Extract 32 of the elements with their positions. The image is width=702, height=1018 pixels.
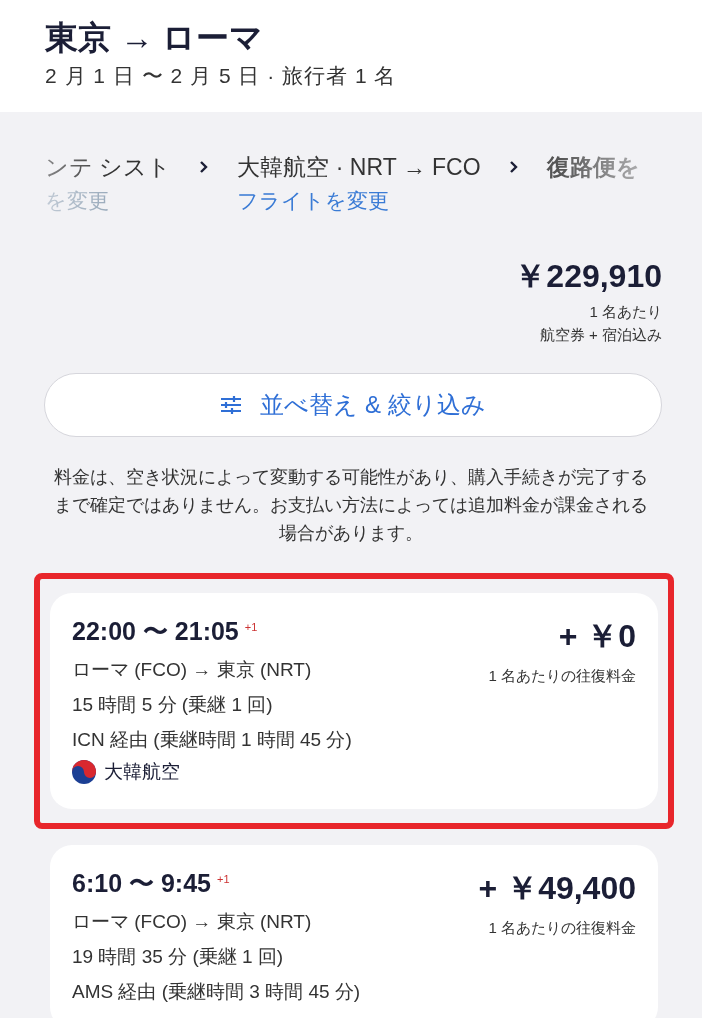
flight-duration: 15 時間 5 分 (乗継 1 回) [72,693,274,717]
flight-times: 22:00 〜 21:05 [72,617,239,645]
flight-duration: 19 時間 35 分 (乗継 1 回) [72,945,285,969]
fare-note: 1 名あたりの往復料金 [488,667,636,686]
trip-title: 東京 → ローマ [45,18,265,58]
fare-price: + ￥0 [558,617,636,656]
includes-note: 航空券 + 宿泊込み [539,326,662,345]
flight-route: ローマ (FCO) → 東京 (NRT) [72,910,313,934]
trip-dates: 2 月 1 日 〜 2 月 5 日 · 旅行者 1 名 [45,63,398,89]
breadcrumb-step: ンテ シスト [45,152,172,183]
chevron-icon [199,160,210,174]
flight-card[interactable]: 22:00 〜 21:05 $^{+1}$ ローマ (FCO) → 東京 (NRT) 15 時間 5 分 (乗継 1 回) ICN 経由 (乗継時間 1 時間 45 分) 大韓航空 + ￥0 1 名あたりの往復料金 [50,593,658,809]
price-disclaimer: 料金は、空き状況によって変動する可能性があり、購入手続きが完了するまで確定ではありません。お支払い方法によっては追加料金が課金される場合があります。 [53,466,649,545]
breadcrumb-step: 大韓航空 · NRT → FCO [237,152,481,183]
change-link[interactable]: フライトを変更 [237,187,481,215]
flight-route: ローマ (FCO) → 東京 (NRT) [72,658,313,682]
airline-logo-icon [72,760,96,784]
flight-times: 6:10 〜 9:45 [72,869,211,897]
layover-info: AMS 経由 (乗継時間 3 時間 45 分) [72,980,361,1004]
airline-name: 大韓航空 [104,760,180,784]
breadcrumb-step: 復路便を [546,152,640,183]
fare-note: 1 名あたりの往復料金 [488,919,636,938]
total-price: ￥229,910 [514,257,662,296]
day-offset: +1 [244,620,258,633]
layover-info: ICN 経由 (乗継時間 1 時間 45 分) [72,728,352,752]
fare-price: + ￥49,400 [478,869,636,908]
sort-filter-button[interactable]: 並べ替え & 絞り込み [44,373,662,437]
chevron-icon [508,160,519,174]
flight-card[interactable]: 6:10 〜 9:45 $^{+1}$ ローマ (FCO) → 東京 (NRT) 19 時間 35 分 (乗継 1 回) AMS 経由 (乗継時間 3 時間 45 分) + ￥49,400 1 名あたりの往復料金 [50,845,658,1018]
per-person-note: 1 名あたり [589,303,662,322]
filter-icon [220,396,243,414]
day-offset: +1 [216,872,230,885]
